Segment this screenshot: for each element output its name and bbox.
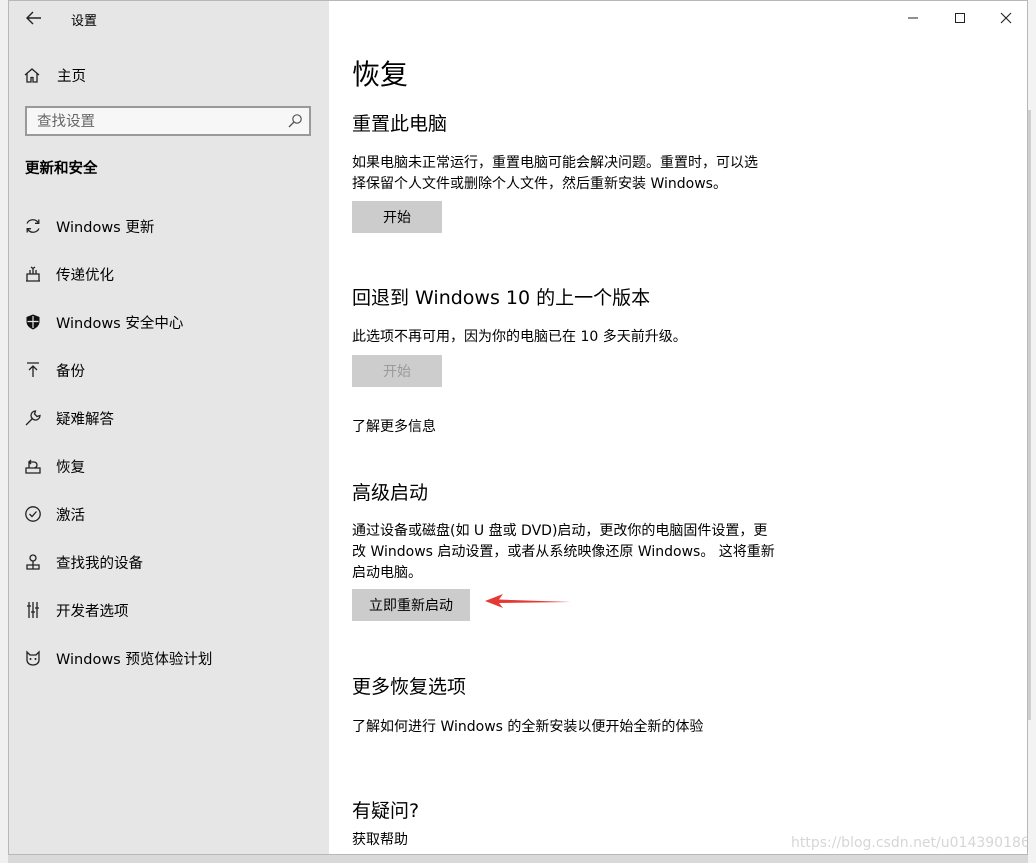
section-title: 更新和安全 bbox=[25, 161, 98, 177]
desktop-background-right bbox=[1028, 0, 1036, 863]
minimize-button[interactable] bbox=[901, 7, 925, 29]
watermark: https://blog.csdn.net/u014390186 bbox=[791, 835, 1028, 851]
reset-description-line: 如果电脑未正常运行，重置电脑可能会解决问题。重置时，可以选 bbox=[352, 155, 758, 171]
sidebar-item-label: Windows 安全中心 bbox=[56, 316, 184, 332]
settings-window: 设置 主页 更新和安全 Windows 更新 传递优化 Windows 安全中心… bbox=[8, 0, 1028, 855]
reset-start-button[interactable]: 开始 bbox=[352, 201, 442, 233]
developer-tools-icon bbox=[23, 600, 43, 620]
rollback-description: 此选项不再可用，因为你的电脑已在 10 多天前升级。 bbox=[352, 329, 687, 345]
advanced-startup-description: 通过设备或磁盘(如 U 盘或 DVD)启动，更改你的电脑固件设置，更 改 Win… bbox=[352, 521, 802, 584]
sidebar-item-security-center[interactable]: Windows 安全中心 bbox=[9, 302, 329, 342]
sidebar-item-developer-options[interactable]: 开发者选项 bbox=[9, 590, 329, 630]
help-heading: 有疑问? bbox=[352, 800, 420, 822]
search-icon bbox=[288, 114, 302, 128]
home-link[interactable]: 主页 bbox=[23, 63, 86, 87]
sidebar-item-label: 疑难解答 bbox=[56, 412, 114, 428]
desktop-background-left bbox=[0, 0, 8, 863]
reset-heading: 重置此电脑 bbox=[352, 113, 448, 135]
sidebar-item-label: Windows 预览体验计划 bbox=[56, 652, 213, 668]
rollback-start-button[interactable]: 开始 bbox=[352, 355, 442, 387]
annotation-arrow-icon bbox=[485, 594, 571, 608]
sidebar-item-label: Windows 更新 bbox=[56, 220, 155, 236]
sync-icon bbox=[23, 216, 43, 236]
home-label: 主页 bbox=[57, 68, 86, 85]
sidebar-item-label: 备份 bbox=[56, 364, 85, 380]
minimize-icon bbox=[908, 17, 918, 19]
search-input[interactable] bbox=[35, 110, 279, 134]
maximize-button[interactable] bbox=[948, 7, 972, 29]
maximize-icon bbox=[955, 13, 965, 23]
more-recovery-heading: 更多恢复选项 bbox=[352, 676, 467, 698]
search-box[interactable] bbox=[25, 106, 311, 136]
wrench-icon bbox=[23, 408, 43, 428]
sidebar-item-label: 激活 bbox=[56, 508, 85, 524]
insider-cat-icon bbox=[23, 648, 43, 668]
close-button[interactable] bbox=[994, 7, 1018, 29]
sidebar-item-label: 开发者选项 bbox=[56, 604, 129, 620]
sidebar-item-windows-update[interactable]: Windows 更新 bbox=[9, 206, 329, 246]
back-arrow-icon bbox=[26, 11, 41, 25]
background-scrollbar bbox=[1028, 110, 1031, 720]
reset-description: 如果电脑未正常运行，重置电脑可能会解决问题。重置时，可以选 择保留个人文件或删除… bbox=[352, 153, 802, 195]
sidebar-item-activation[interactable]: 激活 bbox=[9, 494, 329, 534]
sidebar-item-label: 恢复 bbox=[56, 460, 85, 476]
advanced-description-line: 改 Windows 启动设置，或者从系统映像还原 Windows。 这将重新 bbox=[352, 544, 775, 560]
shield-icon bbox=[23, 312, 43, 332]
main-content: 恢复 重置此电脑 如果电脑未正常运行，重置电脑可能会解决问题。重置时，可以选 择… bbox=[329, 1, 1027, 854]
recovery-icon bbox=[23, 456, 43, 476]
rollback-heading: 回退到 Windows 10 的上一个版本 bbox=[352, 287, 651, 309]
back-button[interactable] bbox=[23, 7, 45, 29]
find-device-icon bbox=[23, 552, 43, 572]
sidebar-item-backup[interactable]: 备份 bbox=[9, 350, 329, 390]
fresh-install-link[interactable]: 了解如何进行 Windows 的全新安装以便开始全新的体验 bbox=[352, 716, 703, 736]
sidebar-item-delivery-optimization[interactable]: 传递优化 bbox=[9, 254, 329, 294]
advanced-startup-heading: 高级启动 bbox=[352, 482, 429, 504]
sidebar-item-windows-insider[interactable]: Windows 预览体验计划 bbox=[9, 638, 329, 678]
page-title: 恢复 bbox=[352, 58, 409, 91]
get-help-link[interactable]: 获取帮助 bbox=[352, 829, 408, 849]
sidebar: 设置 主页 更新和安全 Windows 更新 传递优化 Windows 安全中心… bbox=[9, 1, 329, 854]
advanced-description-line: 启动电脑。 bbox=[352, 565, 422, 581]
restart-now-button[interactable]: 立即重新启动 bbox=[352, 589, 470, 621]
sidebar-item-recovery[interactable]: 恢复 bbox=[9, 446, 329, 486]
advanced-description-line: 通过设备或磁盘(如 U 盘或 DVD)启动，更改你的电脑固件设置，更 bbox=[352, 523, 768, 539]
sidebar-item-find-my-device[interactable]: 查找我的设备 bbox=[9, 542, 329, 582]
app-title: 设置 bbox=[71, 14, 98, 29]
sidebar-item-troubleshoot[interactable]: 疑难解答 bbox=[9, 398, 329, 438]
activation-check-icon bbox=[23, 504, 43, 524]
learn-more-link[interactable]: 了解更多信息 bbox=[352, 416, 436, 436]
delivery-optimization-icon bbox=[23, 264, 43, 284]
sidebar-item-label: 查找我的设备 bbox=[56, 556, 143, 572]
backup-arrow-icon bbox=[23, 360, 43, 380]
close-icon bbox=[1000, 12, 1012, 24]
home-icon bbox=[24, 68, 40, 83]
reset-description-line: 择保留个人文件或删除个人文件，然后重新安装 Windows。 bbox=[352, 176, 727, 192]
sidebar-item-label: 传递优化 bbox=[56, 268, 114, 284]
